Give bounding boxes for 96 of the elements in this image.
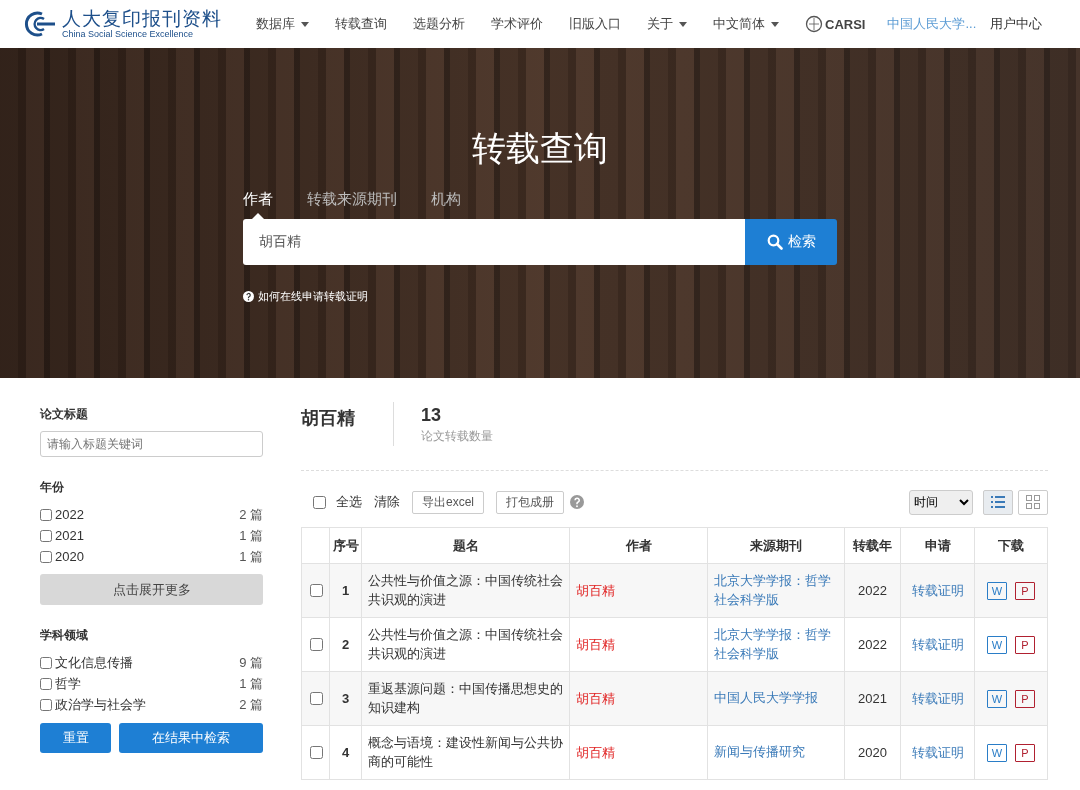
checkbox[interactable] [40, 529, 52, 542]
grid-view-button[interactable] [1018, 489, 1048, 515]
search-in-results-button[interactable]: 在结果中检索 [119, 723, 263, 753]
word-download-button[interactable]: W [987, 635, 1007, 654]
filter-count: 1 篇 [239, 547, 263, 566]
author-link[interactable]: 胡百精 [576, 636, 615, 652]
reprint-year: 2022 [844, 617, 901, 672]
pdf-download-button[interactable]: P [1015, 689, 1035, 708]
article-title: 重返基源问题：中国传播思想史的知识建构 [361, 671, 570, 726]
help-icon [243, 291, 254, 302]
filter-option-label: 哲学 [55, 674, 81, 693]
checkbox[interactable] [40, 550, 52, 563]
checkbox[interactable] [40, 508, 52, 521]
checkbox[interactable] [313, 495, 326, 509]
nav-link[interactable]: 数据库 [256, 15, 309, 33]
row-number: 4 [329, 725, 362, 780]
filter-option-label: 政治学与社会学 [55, 695, 146, 714]
checkbox[interactable] [40, 677, 52, 690]
nav-link[interactable]: 学术评价 [491, 15, 543, 33]
list-icon [991, 496, 1005, 508]
reprint-year: 2020 [844, 725, 901, 780]
column-header: 申请 [900, 527, 975, 564]
checkbox[interactable] [309, 584, 323, 597]
word-download-button[interactable]: W [987, 689, 1007, 708]
column-header: 来源期刊 [707, 527, 845, 564]
user-center-link[interactable]: 用户中心 [990, 15, 1043, 33]
row-number: 3 [329, 671, 362, 726]
grid-icon [1026, 495, 1040, 509]
author-link[interactable]: 胡百精 [576, 690, 615, 706]
checkbox[interactable] [40, 656, 52, 669]
page-title: 转载查询 [472, 128, 608, 168]
logo-icon [22, 11, 56, 37]
checkbox[interactable] [309, 692, 323, 705]
search-tab[interactable]: 机构 [431, 190, 461, 219]
filter-option-label: 2020 [55, 549, 84, 564]
column-header: 下载 [974, 527, 1048, 564]
checkbox[interactable] [309, 638, 323, 651]
pdf-download-button[interactable]: P [1015, 743, 1035, 762]
reset-button[interactable]: 重置 [40, 723, 112, 753]
sort-select[interactable]: 时间 [909, 489, 973, 515]
filter-count: 9 篇 [239, 653, 263, 672]
search-field[interactable]: 胡百精 [243, 219, 745, 265]
column-header: 题名 [361, 527, 570, 564]
row-number: 1 [329, 563, 362, 618]
article-title: 公共性与价值之源：中国传统社会共识观的演进 [361, 563, 570, 618]
select-all-label: 全选 [336, 493, 362, 511]
filter-label: 年份 [40, 479, 65, 496]
title-keyword-field[interactable]: 请输入标题关键词 [40, 431, 263, 457]
export-excel-button[interactable]: 导出excel [412, 490, 484, 514]
help-icon [570, 495, 584, 509]
filter-option-label: 文化信息传播 [55, 653, 133, 672]
word-download-button[interactable]: W [987, 743, 1007, 762]
search-button[interactable]: 检索 [745, 219, 837, 265]
author-name: 胡百精 [301, 402, 394, 446]
reprint-year: 2021 [844, 671, 901, 726]
list-view-button[interactable] [983, 489, 1013, 515]
filter-label: 论文标题 [40, 406, 89, 423]
author-link[interactable]: 胡百精 [576, 582, 615, 598]
carsi-link[interactable]: CARSI [805, 15, 866, 33]
search-icon [766, 234, 783, 250]
pdf-download-button[interactable]: P [1015, 581, 1035, 600]
filter-label: 学科领域 [40, 627, 89, 644]
author-link[interactable]: 胡百精 [576, 744, 615, 760]
column-header: 序号 [329, 527, 362, 564]
filter-count: 1 篇 [239, 674, 263, 693]
row-number: 2 [329, 617, 362, 672]
checkbox[interactable] [309, 746, 323, 759]
reprint-year: 2022 [844, 563, 901, 618]
reprint-count: 13 [421, 404, 443, 427]
column-header: 转载年 [844, 527, 901, 564]
search-tab[interactable]: 转载来源期刊 [307, 190, 397, 219]
search-tab[interactable]: 作者 [243, 190, 273, 219]
article-title: 公共性与价值之源：中国传统社会共识观的演进 [361, 617, 570, 672]
column-header: 作者 [569, 527, 708, 564]
nav-link[interactable]: 转载查询 [335, 15, 387, 33]
bundle-button[interactable]: 打包成册 [496, 490, 564, 514]
help-link[interactable]: 如何在线申请转载证明 [258, 289, 368, 304]
word-download-button[interactable]: W [987, 581, 1007, 600]
nav-link[interactable]: 旧版入口 [569, 15, 621, 33]
nav-link[interactable]: 关于 [647, 15, 687, 33]
nav-link[interactable]: 中文简体 [713, 15, 779, 33]
expand-more-button[interactable]: 点击展开更多 [40, 574, 263, 605]
logo-title: 人大复印报刊资料 [62, 9, 222, 29]
filter-count: 1 篇 [239, 526, 263, 545]
filter-option-label: 2021 [55, 528, 84, 543]
logo-subtitle: China Social Science Excellence [62, 29, 195, 39]
checkbox[interactable] [40, 698, 52, 711]
clear-link[interactable]: 清除 [374, 493, 400, 511]
nav-link[interactable]: 选题分析 [413, 15, 465, 33]
reprint-count-label: 论文转载数量 [421, 428, 493, 445]
article-title: 概念与语境：建设性新闻与公共协商的可能性 [361, 725, 570, 780]
pdf-download-button[interactable]: P [1015, 635, 1035, 654]
globe-icon [805, 15, 823, 33]
filter-count: 2 篇 [239, 695, 263, 714]
filter-count: 2 篇 [239, 505, 263, 524]
filter-option-label: 2022 [55, 507, 84, 522]
